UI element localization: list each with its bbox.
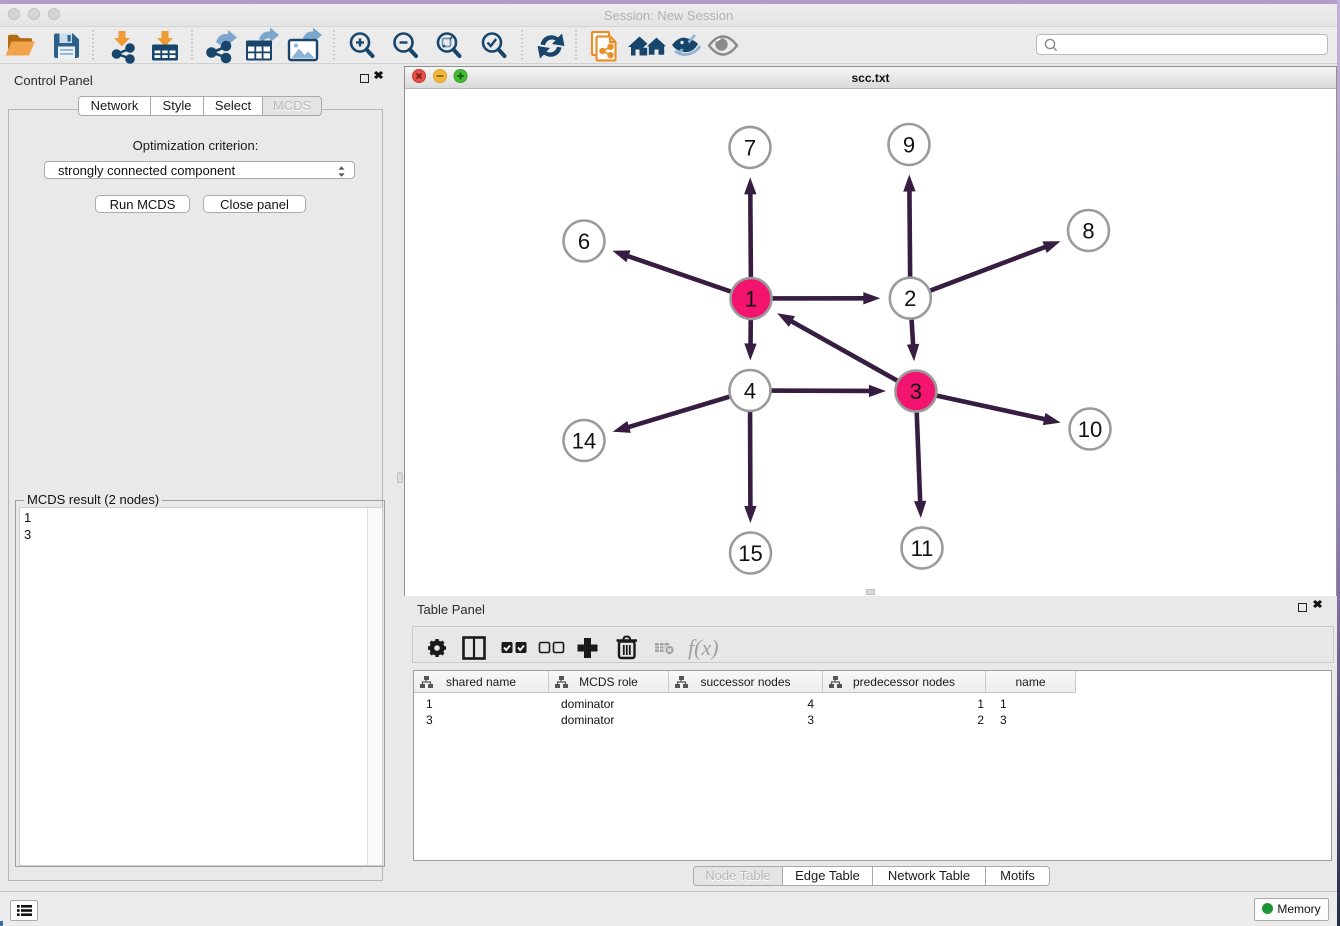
svg-text:11: 11 — [911, 536, 934, 561]
svg-text:14: 14 — [572, 429, 596, 454]
svg-text:4: 4 — [744, 379, 756, 404]
svg-text:10: 10 — [1078, 417, 1102, 442]
svg-text:3: 3 — [910, 379, 922, 404]
svg-text:15: 15 — [738, 541, 762, 566]
svg-text:1: 1 — [745, 287, 757, 312]
svg-text:f(x): f(x) — [688, 635, 719, 660]
svg-text:7: 7 — [744, 135, 756, 160]
svg-text:6: 6 — [578, 229, 590, 254]
svg-text:8: 8 — [1082, 219, 1094, 244]
svg-text:9: 9 — [903, 133, 915, 158]
svg-text:2: 2 — [904, 286, 916, 311]
